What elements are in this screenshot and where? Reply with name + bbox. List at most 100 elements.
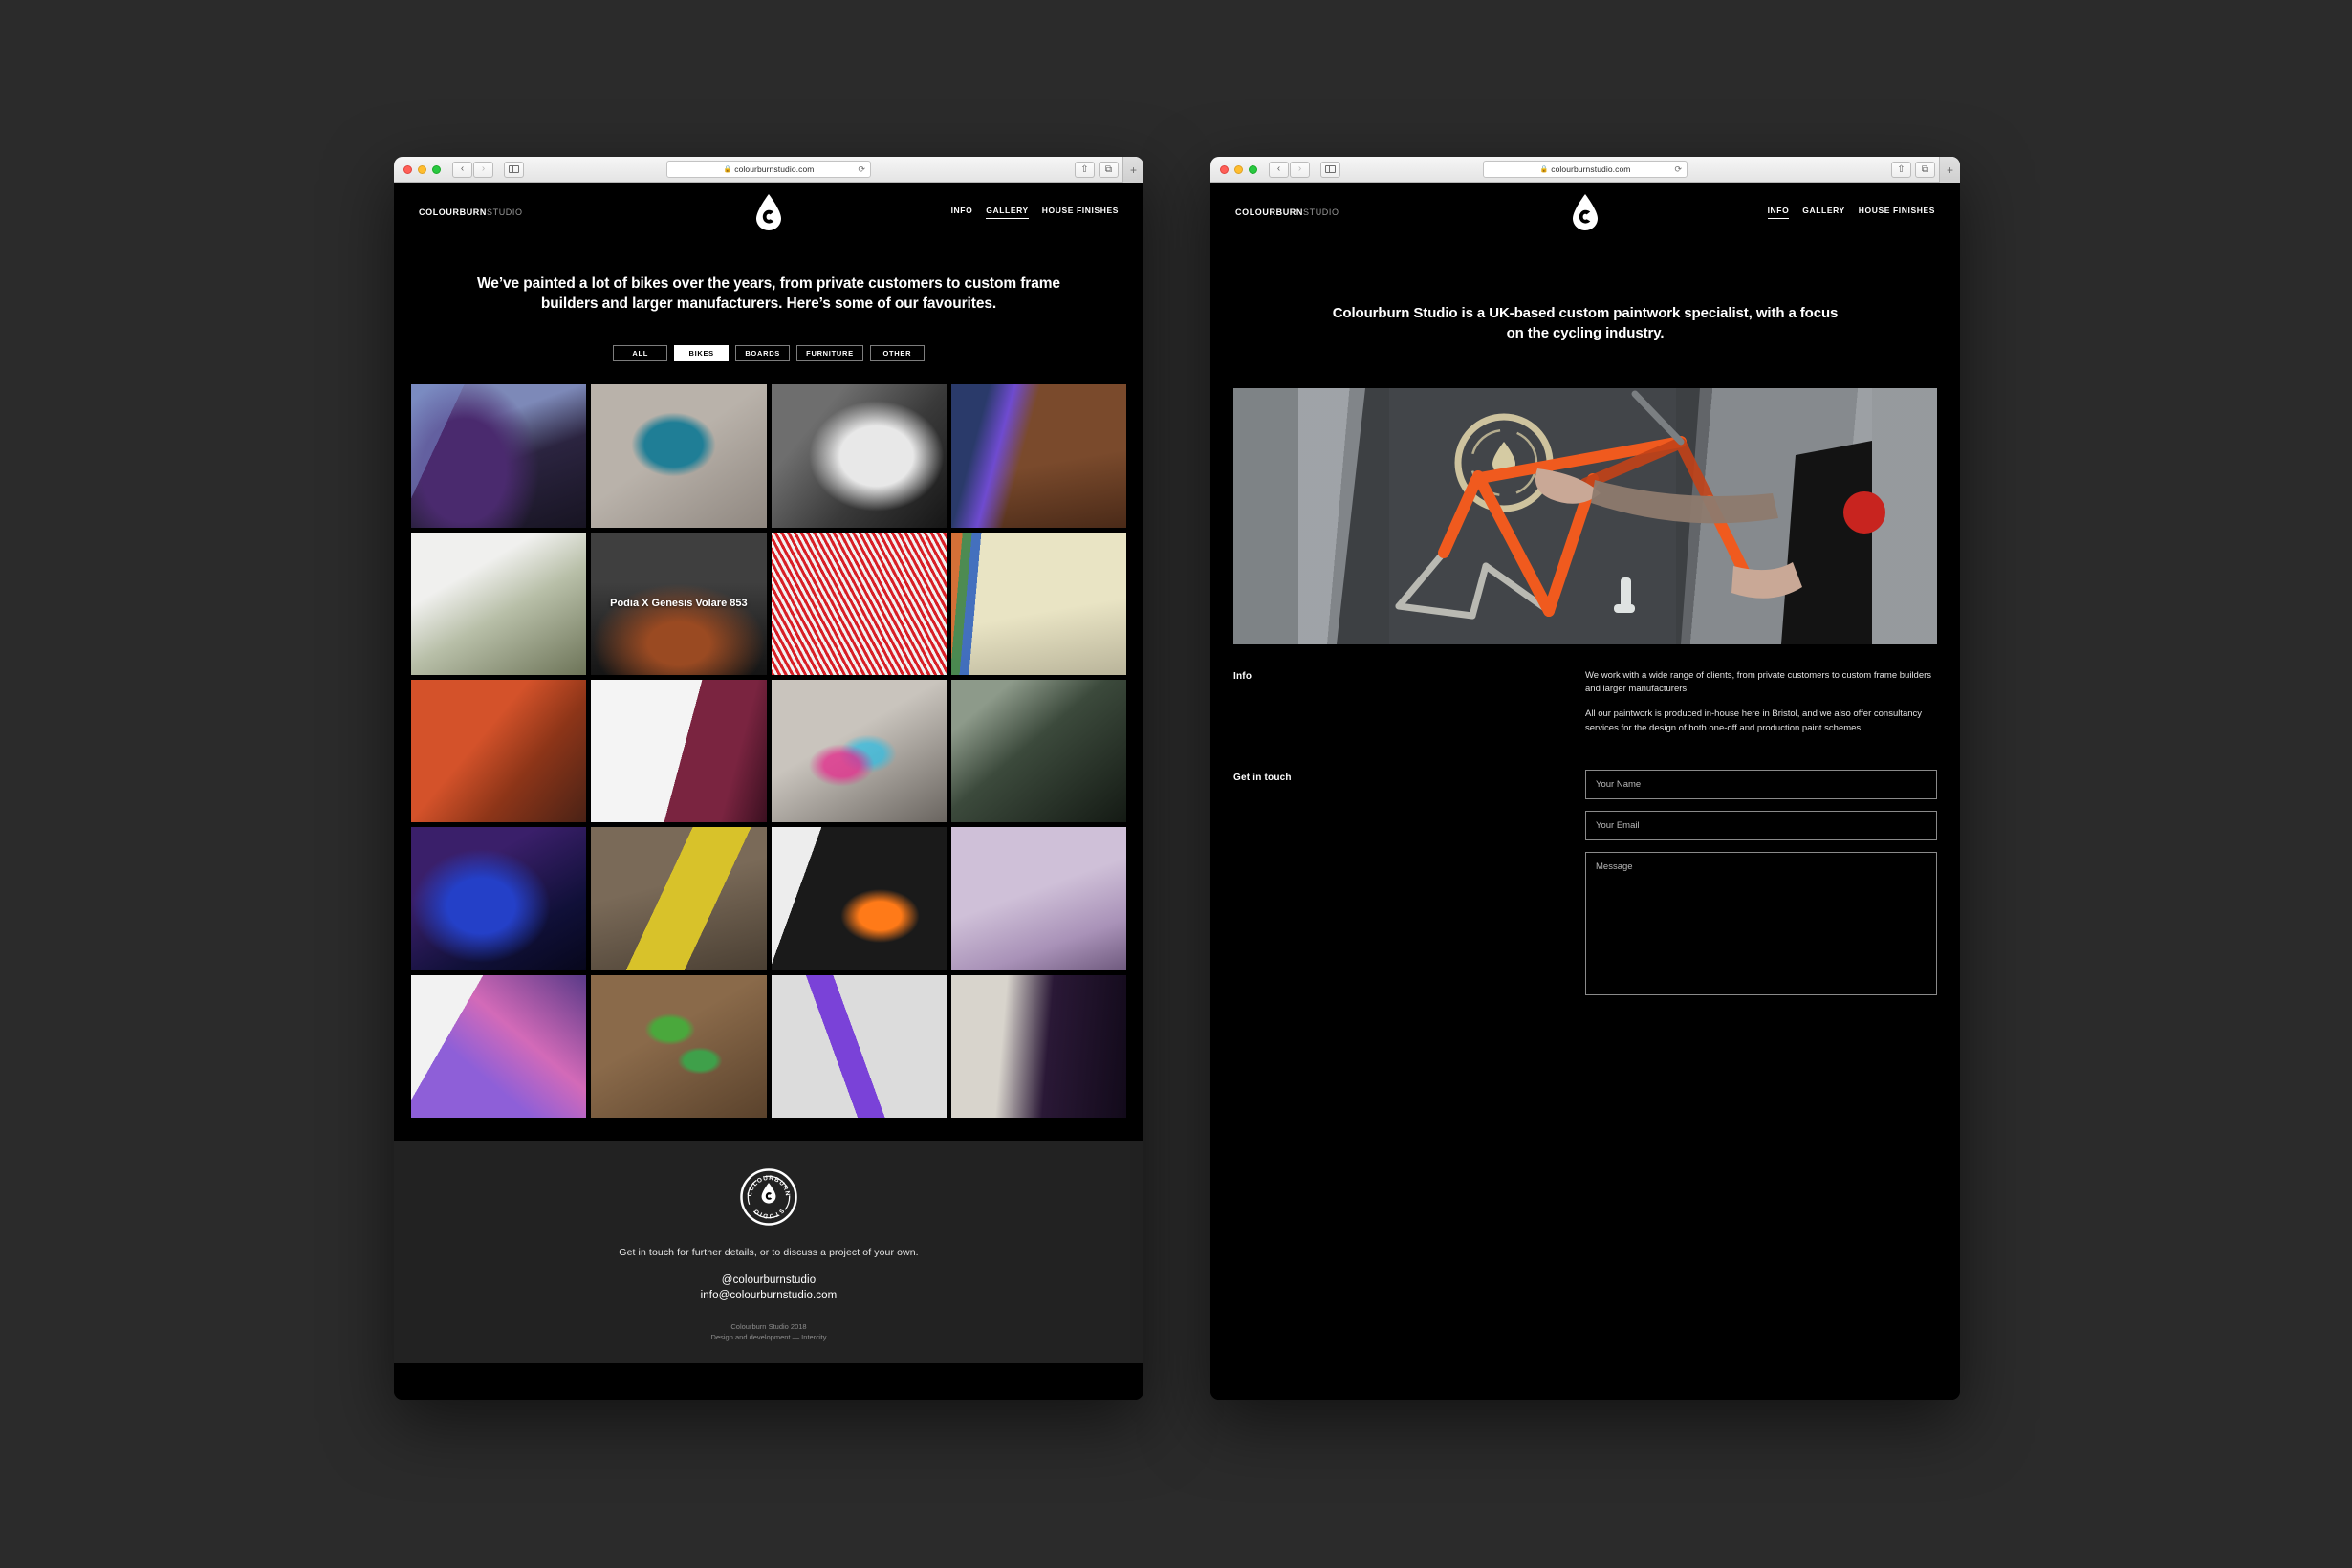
seal-bottom-text: STUDIO	[752, 1207, 784, 1219]
browser-window-info: ‹ › 🔒 colourburnstudio.com ⟳ ⇧ ⧉ + COLOU…	[1210, 157, 1960, 1400]
window-controls[interactable]	[403, 164, 441, 174]
address-bar[interactable]: 🔒 colourburnstudio.com ⟳	[666, 161, 871, 178]
nav-link-house-finishes[interactable]: HOUSE FINISHES	[1859, 206, 1935, 219]
filter-furniture[interactable]: FURNITURE	[796, 345, 863, 362]
message-field[interactable]	[1585, 852, 1937, 996]
nav-link-info[interactable]: INFO	[1767, 206, 1790, 219]
svg-text:STUDIO: STUDIO	[752, 1207, 785, 1219]
sidebar-toggle-button[interactable]	[504, 161, 524, 178]
gallery-tile[interactable]	[591, 827, 767, 970]
drop-c-logo-icon[interactable]	[1572, 194, 1599, 230]
browser-chrome: ‹ › 🔒 colourburnstudio.com ⟳ ⇧ ⧉ +	[394, 157, 1143, 183]
name-field[interactable]	[1585, 770, 1937, 800]
gallery-tile[interactable]	[411, 974, 587, 1118]
filter-bikes[interactable]: BIKES	[674, 345, 730, 362]
footer-copyright: Colourburn Studio 2018	[730, 1321, 807, 1331]
filter-all[interactable]: ALL	[613, 345, 668, 362]
chrome-right-actions: ⇧ ⧉ +	[1075, 157, 1143, 183]
orange-camo-frame-fence	[411, 679, 587, 823]
nav-link-info[interactable]: INFO	[951, 206, 973, 219]
gallery-tile[interactable]	[771, 679, 947, 823]
footer-instagram-handle[interactable]: @colourburnstudio	[394, 1274, 1143, 1289]
dark-green-works-frame	[950, 679, 1126, 823]
brand-wordmark[interactable]: COLOURBURNSTUDIO	[419, 207, 523, 217]
gallery-tile[interactable]	[411, 679, 587, 823]
minimize-button[interactable]	[418, 164, 426, 174]
wordmark-bold: COLOURBURN	[1235, 207, 1303, 217]
sidebar-icon	[1325, 165, 1336, 173]
email-field[interactable]	[1585, 811, 1937, 841]
tab-overview-button[interactable]: ⧉	[1915, 162, 1935, 178]
footer-credit[interactable]: Design and development — Intercity	[394, 1332, 1143, 1342]
argonaut-purple-road-frame	[411, 384, 587, 528]
lock-icon: 🔒	[1539, 166, 1549, 173]
lilac-gold-decal-frame	[950, 827, 1126, 970]
purple-holographic-bars	[411, 974, 587, 1118]
forward-button[interactable]: ›	[473, 161, 493, 178]
footer-email-link[interactable]: info@colourburnstudio.com	[394, 1289, 1143, 1304]
new-tab-button[interactable]: +	[1122, 157, 1143, 183]
canyon-white-speckled-frame	[771, 384, 947, 528]
green-blue-leopard-cx-frame	[591, 974, 767, 1118]
maximize-button[interactable]	[1249, 164, 1257, 174]
info-paragraph-1: We work with a wide range of clients, fr…	[1585, 669, 1932, 695]
nav-link-gallery[interactable]: GALLERY	[986, 206, 1029, 219]
gallery-tile[interactable]	[591, 384, 767, 528]
tab-overview-button[interactable]: ⧉	[1099, 162, 1119, 178]
browser-chrome: ‹ › 🔒 colourburnstudio.com ⟳ ⇧ ⧉ +	[1210, 157, 1960, 183]
minimize-button[interactable]	[1234, 164, 1243, 174]
gallery-tile[interactable]	[771, 532, 947, 675]
site-footer: COLOURBURN STUDIO Get in touch for furth…	[394, 1140, 1143, 1364]
close-button[interactable]	[403, 164, 412, 174]
nav-buttons[interactable]: ‹ ›	[1269, 161, 1310, 178]
maximize-button[interactable]	[432, 164, 441, 174]
nav-buttons[interactable]: ‹ ›	[452, 161, 493, 178]
contact-form	[1585, 770, 1937, 996]
gallery-tile[interactable]	[950, 532, 1126, 675]
gallery-tile[interactable]	[771, 827, 947, 970]
chrome-right-actions: ⇧ ⧉ +	[1891, 157, 1960, 183]
gallery-tile[interactable]	[950, 974, 1126, 1118]
reload-icon[interactable]: ⟳	[1674, 164, 1682, 175]
back-button[interactable]: ‹	[452, 161, 472, 178]
gallery-tile[interactable]	[591, 679, 767, 823]
sidebar-toggle-button[interactable]	[1320, 161, 1340, 178]
gallery-tile[interactable]: Podia X Genesis Volare 853	[591, 532, 767, 675]
new-tab-button[interactable]: +	[1939, 157, 1960, 183]
gallery-tile[interactable]	[771, 384, 947, 528]
lock-icon: 🔒	[723, 166, 732, 173]
address-bar[interactable]: 🔒 colourburnstudio.com ⟳	[1483, 161, 1688, 178]
footer-lead-text: Get in touch for further details, or to …	[619, 1246, 919, 1258]
iridescent-fork-wood-bench	[950, 384, 1126, 528]
gallery-tile[interactable]	[950, 679, 1126, 823]
window-controls[interactable]	[1220, 164, 1257, 174]
share-button[interactable]: ⇧	[1075, 162, 1095, 178]
reload-icon[interactable]: ⟳	[858, 164, 865, 175]
filter-boards[interactable]: BOARDS	[735, 345, 791, 362]
nav-link-house-finishes[interactable]: HOUSE FINISHES	[1042, 206, 1119, 219]
brand-wordmark[interactable]: COLOURBURNSTUDIO	[1235, 207, 1339, 217]
gallery-tile[interactable]	[950, 384, 1126, 528]
gallery-tile[interactable]	[411, 384, 587, 528]
nav-link-gallery[interactable]: GALLERY	[1802, 206, 1845, 219]
gallery-tile[interactable]	[411, 532, 587, 675]
drop-c-logo-icon[interactable]	[755, 194, 782, 230]
back-button[interactable]: ‹	[1269, 161, 1289, 178]
url-text: colourburnstudio.com	[1551, 164, 1631, 174]
violet-black-track-frame	[771, 974, 947, 1118]
gallery-grid: Podia X Genesis Volare 853	[394, 361, 1143, 1118]
info-hero-text: Colourburn Studio is a UK-based custom p…	[1332, 305, 1839, 342]
close-button[interactable]	[1220, 164, 1229, 174]
grey-pink-splatter-frame	[771, 679, 947, 823]
olive-frame-in-workstand	[411, 532, 587, 675]
gallery-tile[interactable]	[950, 827, 1126, 970]
gallery-tile[interactable]	[771, 974, 947, 1118]
gallery-tile[interactable]	[411, 827, 587, 970]
filter-other[interactable]: OTHER	[869, 345, 925, 362]
forward-button[interactable]: ›	[1290, 161, 1310, 178]
gallery-tile[interactable]	[591, 974, 767, 1118]
wordmark-bold: COLOURBURN	[419, 207, 487, 217]
share-button[interactable]: ⇧	[1891, 162, 1911, 178]
gallery-page: COLOURBURNSTUDIO INFO GALLERY HOUSE FINI…	[394, 183, 1143, 1400]
sidebar-icon	[509, 165, 519, 173]
